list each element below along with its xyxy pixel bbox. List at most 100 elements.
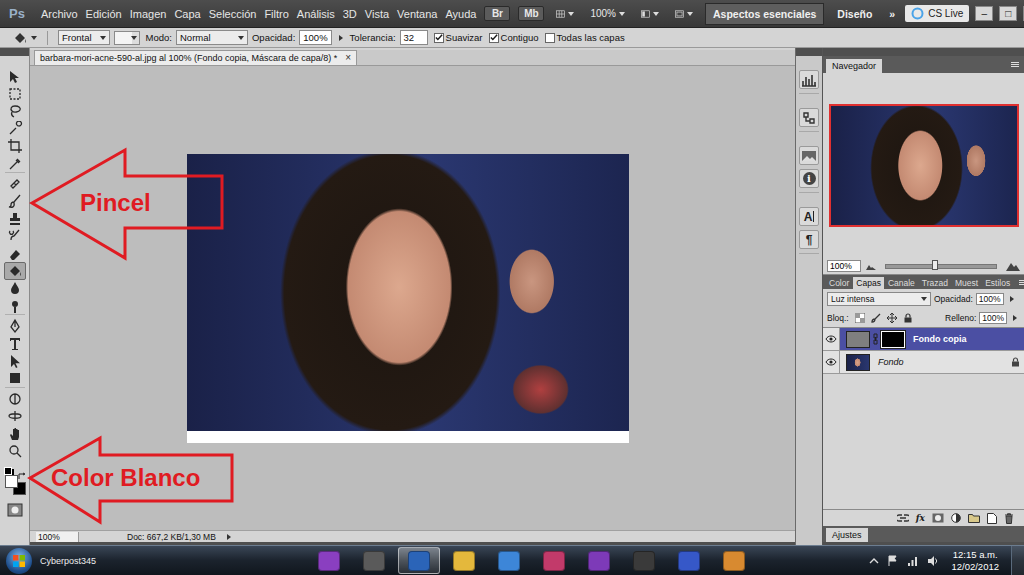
tool-button[interactable] — [4, 193, 26, 210]
pattern-picker[interactable] — [114, 31, 140, 45]
new-group-button[interactable] — [968, 513, 980, 523]
tool-button[interactable] — [4, 175, 26, 192]
extras-button[interactable] — [552, 6, 578, 22]
clock[interactable]: 12:15 a.m.12/02/2012 — [947, 549, 1003, 573]
tool-button[interactable] — [4, 335, 26, 352]
close-tab-button[interactable]: × — [345, 51, 351, 65]
layer-row[interactable]: Fondo — [823, 351, 1024, 374]
link-layers-button[interactable] — [897, 514, 909, 522]
tool-button[interactable] — [4, 370, 26, 387]
window-control[interactable]: × — [1023, 6, 1024, 21]
tool-button[interactable] — [4, 245, 26, 262]
menu-item[interactable]: Vista — [365, 8, 389, 20]
window-control[interactable]: – — [975, 6, 993, 21]
status-zoom[interactable]: 100% — [36, 532, 79, 542]
menu-item[interactable]: Ventana — [397, 8, 437, 20]
panel-tab[interactable]: Capas — [853, 277, 884, 289]
option-checkbox[interactable]: Suavizar — [434, 32, 483, 43]
opacity-slider-toggle[interactable] — [339, 35, 343, 41]
fill-field[interactable]: 100% — [979, 312, 1007, 324]
bridge-button[interactable]: Br — [484, 6, 510, 21]
layer-thumbnail[interactable] — [846, 331, 870, 348]
tool-button[interactable] — [4, 68, 26, 85]
taskbar-app[interactable] — [398, 547, 440, 574]
tool-button[interactable] — [4, 390, 26, 407]
menu-item[interactable]: Capa — [174, 8, 200, 20]
dock-button[interactable] — [799, 108, 819, 127]
layer-mask-thumbnail[interactable] — [881, 331, 905, 348]
mask-link-icon[interactable] — [873, 333, 878, 345]
canvas[interactable] — [30, 66, 795, 530]
character-panel-button[interactable]: A — [799, 207, 819, 226]
more-workspaces-button[interactable]: » — [885, 4, 899, 24]
menu-item[interactable]: 3D — [343, 8, 357, 20]
taskbar-app[interactable] — [623, 547, 665, 574]
tool-button[interactable] — [4, 155, 26, 172]
tool-button[interactable] — [4, 138, 26, 155]
taskbar-app[interactable] — [578, 547, 620, 574]
tool-button[interactable] — [4, 120, 26, 137]
lock-position-icon[interactable] — [887, 313, 897, 323]
document-tab[interactable]: barbara-mori-acne-590-al.jpg al 100% (Fo… — [34, 50, 357, 65]
fill-slider-toggle[interactable] — [1013, 315, 1017, 321]
show-desktop-button[interactable] — [1011, 546, 1024, 575]
layer-style-button[interactable]: fx — [916, 513, 925, 523]
layer-thumbnail[interactable] — [846, 354, 870, 371]
network-icon[interactable] — [907, 555, 919, 567]
cs-live-button[interactable]: CS Live — [905, 5, 969, 22]
taskbar-app[interactable] — [488, 547, 530, 574]
default-colors-icon[interactable] — [4, 467, 12, 475]
navigator-tab[interactable]: Navegador — [826, 59, 882, 73]
menu-item[interactable]: Filtro — [264, 8, 288, 20]
slider-thumb[interactable] — [932, 260, 938, 270]
status-menu[interactable] — [227, 534, 231, 540]
window-control[interactable]: □ — [999, 6, 1017, 21]
tool-button[interactable] — [4, 103, 26, 120]
tool-button[interactable] — [4, 228, 26, 245]
menu-item[interactable]: Archivo — [41, 8, 78, 20]
tool-button[interactable] — [4, 352, 26, 369]
paragraph-panel-button[interactable]: ¶ — [799, 230, 819, 249]
panel-menu-icon[interactable] — [1014, 280, 1024, 285]
dock-button[interactable]: i — [799, 169, 819, 188]
taskbar-app[interactable] — [533, 547, 575, 574]
quick-mask-button[interactable] — [4, 502, 26, 519]
tool-button[interactable] — [4, 442, 26, 459]
tool-button[interactable] — [4, 85, 26, 102]
menu-item[interactable]: Análisis — [297, 8, 335, 20]
flag-icon[interactable] — [887, 555, 899, 567]
mode-dropdown[interactable]: Normal — [176, 30, 248, 45]
foreground-color-swatch[interactable] — [5, 475, 18, 488]
toolbox-header[interactable] — [0, 48, 29, 56]
navigator-zoom-field[interactable]: 100% — [827, 260, 861, 272]
mini-bridge-button[interactable]: Mb — [518, 6, 544, 21]
lock-pixels-icon[interactable] — [871, 313, 881, 323]
blend-mode-dropdown[interactable]: Luz intensa — [827, 292, 931, 306]
panel-menu-icon[interactable] — [1006, 62, 1024, 67]
lock-all-icon[interactable] — [903, 313, 913, 323]
taskbar-app[interactable] — [668, 547, 710, 574]
panel-tab[interactable]: Muest — [952, 277, 981, 289]
start-button[interactable] — [6, 548, 32, 574]
menu-item[interactable]: Selección — [209, 8, 257, 20]
tool-button[interactable] — [4, 210, 26, 227]
option-checkbox[interactable]: Todas las capas — [545, 32, 625, 43]
panel-tab[interactable]: Estilos — [982, 277, 1013, 289]
tool-button[interactable] — [4, 297, 26, 314]
photo[interactable] — [187, 154, 629, 443]
opacity-slider-toggle[interactable] — [1010, 296, 1014, 302]
taskbar-app[interactable] — [308, 547, 350, 574]
menu-item[interactable]: Edición — [86, 8, 122, 20]
zoom-out-icon[interactable] — [866, 262, 876, 270]
add-mask-button[interactable] — [932, 513, 944, 523]
adjustment-layer-button[interactable] — [951, 513, 961, 523]
menu-item[interactable]: Imagen — [130, 8, 167, 20]
panel-tab[interactable]: Trazad — [919, 277, 951, 289]
opacity-field[interactable]: 100% — [299, 30, 331, 45]
tray-arrow-icon[interactable] — [869, 557, 879, 565]
workspace-button[interactable]: Diseño — [830, 4, 879, 24]
speaker-icon[interactable] — [927, 555, 939, 567]
adjustments-tab[interactable]: Ajustes — [826, 528, 868, 542]
tool-button[interactable] — [4, 317, 26, 334]
navigator-preview[interactable] — [829, 104, 1019, 227]
